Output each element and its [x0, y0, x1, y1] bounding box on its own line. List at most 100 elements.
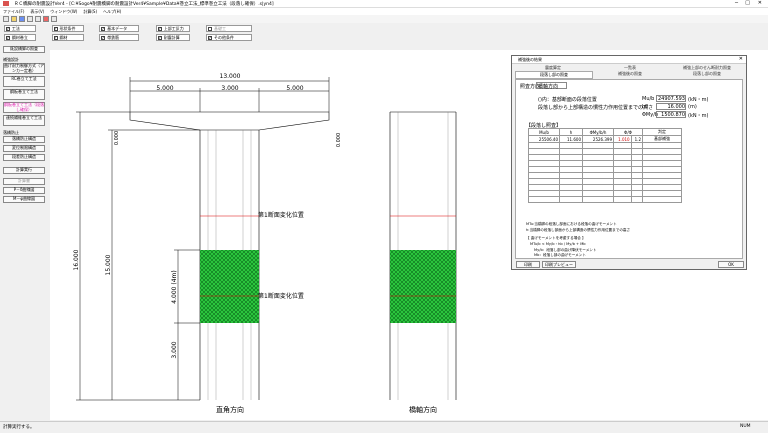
maximize-icon[interactable]: □: [745, 0, 750, 6]
table-cell: 基部補強: [642, 135, 682, 143]
sidebar-button[interactable]: P－δ曲線図: [3, 187, 45, 194]
existing-pier-check-button[interactable]: 既設橋脚の照査: [3, 46, 45, 53]
sidebar: 既設橋脚の照査 補強設計 曲げ耐力制御方式（アンカー定着） RC巻立て工法 鋼板巻立…: [0, 44, 49, 420]
condition-label: その他条件: [214, 35, 234, 40]
condition-label: 工法: [11, 26, 20, 31]
dim-mesh-height: 4.000 (4m): [171, 270, 178, 303]
print-button[interactable]: 印刷: [516, 261, 540, 268]
condition-row-1: 工法 形状条件 基本データ 上部工反力 基礎工: [0, 25, 768, 34]
sidebar-button[interactable]: 鋼板巻立て工法: [3, 89, 45, 100]
num-lock-indicator: NUM: [740, 424, 751, 429]
condition-button[interactable]: 耐震計算: [155, 34, 190, 41]
dialog-title: 補強後の結果: [518, 57, 542, 62]
table-header: ΦMy/b/h: [582, 128, 614, 136]
condition-checkbox[interactable]: [101, 35, 106, 40]
save-icon[interactable]: [19, 16, 25, 22]
condition-button[interactable]: 上部工反力: [155, 25, 190, 32]
condition-checkbox[interactable]: [208, 27, 212, 31]
open-folder-icon[interactable]: [11, 16, 17, 22]
condition-checkbox[interactable]: [157, 26, 162, 31]
table-header: Mu/b: [528, 128, 560, 136]
sidebar-button[interactable]: 連続繊維巻立て工法: [3, 115, 45, 126]
line2-label: 段落し部から上部構造の慣性力作用位置までの高さ: [538, 105, 654, 111]
sidebar-button[interactable]: RC巻立て工法: [3, 76, 45, 87]
left-vertical-dimensions: [76, 111, 200, 401]
table-header: Φ/Φ: [613, 128, 643, 136]
condition-button[interactable]: 鋼材巻立: [3, 34, 36, 41]
new-file-icon[interactable]: [3, 16, 9, 22]
condition-button[interactable]: その他条件: [206, 34, 252, 41]
line2-key: h0: [642, 104, 649, 110]
close-icon[interactable]: ✕: [758, 0, 762, 6]
dim-bottom-height: 3.000: [171, 341, 178, 358]
dialog-close-icon[interactable]: ✕: [739, 56, 743, 62]
dialog-titlebar: 補強後の結果 ✕: [512, 56, 746, 64]
dialog-tab[interactable]: 段落し部の照査: [669, 71, 745, 77]
condition-checkbox[interactable]: [208, 35, 212, 40]
section-change-label-1: 第1断面変化位置: [258, 211, 304, 219]
table-header: h: [559, 128, 583, 136]
sidebar-button[interactable]: 変位制限構造: [3, 145, 45, 152]
line3-unit: (kN・m): [688, 113, 709, 119]
dialog-tab[interactable]: 段落し部の照査: [515, 71, 593, 79]
line2-unit: (m): [688, 104, 697, 110]
sidebar-button[interactable]: 鋼板巻立て工法（段落し確保）: [3, 102, 45, 113]
condition-button[interactable]: 基本データ: [99, 25, 140, 32]
note-6: Mb：段落し部の曲げモーメント: [534, 253, 586, 257]
dim-total-height: 16.000: [73, 249, 80, 270]
sidebar-button[interactable]: 落橋防止構造: [3, 136, 45, 143]
help-icon[interactable]: [51, 16, 57, 22]
sidebar-button[interactable]: M－φ曲線図: [3, 196, 45, 203]
condition-label: 帯鉄筋: [107, 35, 120, 40]
title-bar: ＲＣ橋脚の耐震設計Ver4 - [C:¥Sogo¥耐震橋脚の耐震設計Ver4¥S…: [0, 0, 768, 8]
table-header-row: Mu/b h ΦMy/b/h Φ/Φ 判定: [528, 128, 682, 136]
preview-icon[interactable]: [35, 16, 41, 22]
menu-bar: ファイル(F) 表示(V) ウィンドウ(W) 計算(S) ヘルプ(H): [0, 8, 768, 15]
note-4: MTu/b < My/b・hb / My/b + Mb: [530, 242, 586, 246]
condition-label: 鋼材: [59, 35, 68, 40]
direction-select[interactable]: 橋軸方向: [536, 82, 567, 90]
note-2: h:当橋脚の段落し部面から上部構造の慣性力作用位置までの高さ: [526, 228, 631, 232]
status-bar: 計算実行する。 NUM: [0, 421, 768, 433]
ok-button[interactable]: OK: [718, 261, 744, 268]
left-reinforcement-zone: [200, 250, 259, 323]
condition-checkbox[interactable]: [5, 26, 10, 31]
sidebar-button[interactable]: 曲げ耐力制御方式（アンカー定着）: [3, 63, 45, 74]
condition-row-2: 鋼材巻立 鋼材 帯鉄筋 耐震計算 その他条件: [0, 34, 768, 43]
condition-button[interactable]: 基礎工: [206, 25, 252, 32]
condition-button[interactable]: 工法: [3, 25, 36, 32]
top-dimensions: [129, 77, 330, 112]
table-row: 25506.40 11.600 2526.399 1.010 1.2 基部補強: [528, 135, 682, 143]
results-dialog: 補強後の結果 ✕ 震度算定 一覧表 補強上部のせん断耐力照査 段落し部の照査 補強後の照…: [511, 55, 747, 270]
line1-label: ()内：基部断面の段落位置: [538, 97, 597, 103]
table-row: [528, 196, 682, 203]
condition-label: 基礎工: [214, 26, 226, 31]
calc-icon[interactable]: [43, 16, 49, 22]
sidebar-button[interactable]: 計算書: [3, 178, 45, 185]
condition-button[interactable]: 帯鉄筋: [99, 34, 140, 41]
condition-label: 耐震計算: [163, 35, 180, 40]
condition-label: 鋼材巻立: [11, 35, 28, 40]
condition-label: 上部工反力: [163, 26, 184, 31]
condition-checkbox[interactable]: [101, 26, 106, 31]
section-change-label-2: 第1断面変化位置: [258, 292, 304, 300]
print-icon[interactable]: [27, 16, 33, 22]
table-cell: 1.2: [630, 135, 644, 143]
note-3: 【 曲げモーメントを考慮する場合 】: [526, 236, 586, 240]
run-calc-button[interactable]: 計算実行: [3, 167, 45, 174]
condition-checkbox[interactable]: [157, 35, 162, 40]
condition-button[interactable]: 鋼材: [51, 34, 84, 41]
dialog-panel: 照査方向 橋軸方向 ()内：基部断面の段落位置 Mu/b 24907.593 (…: [515, 79, 743, 259]
condition-checkbox[interactable]: [5, 35, 10, 40]
condition-button[interactable]: 形状条件: [51, 25, 84, 32]
line1-unit: (kN・m): [688, 97, 709, 103]
sidebar-button[interactable]: 段差防止構造: [3, 154, 45, 161]
table-header: 判定: [642, 128, 682, 136]
status-text: 計算実行する。: [3, 425, 35, 430]
dim-right-overhang: 5.000: [286, 85, 303, 92]
condition-checkbox[interactable]: [53, 35, 58, 40]
minimize-icon[interactable]: ─: [735, 0, 738, 6]
dialog-tab[interactable]: 補強後の照査: [592, 71, 668, 77]
condition-checkbox[interactable]: [53, 26, 58, 31]
print-preview-button[interactable]: 印刷プレビュー: [542, 261, 576, 268]
